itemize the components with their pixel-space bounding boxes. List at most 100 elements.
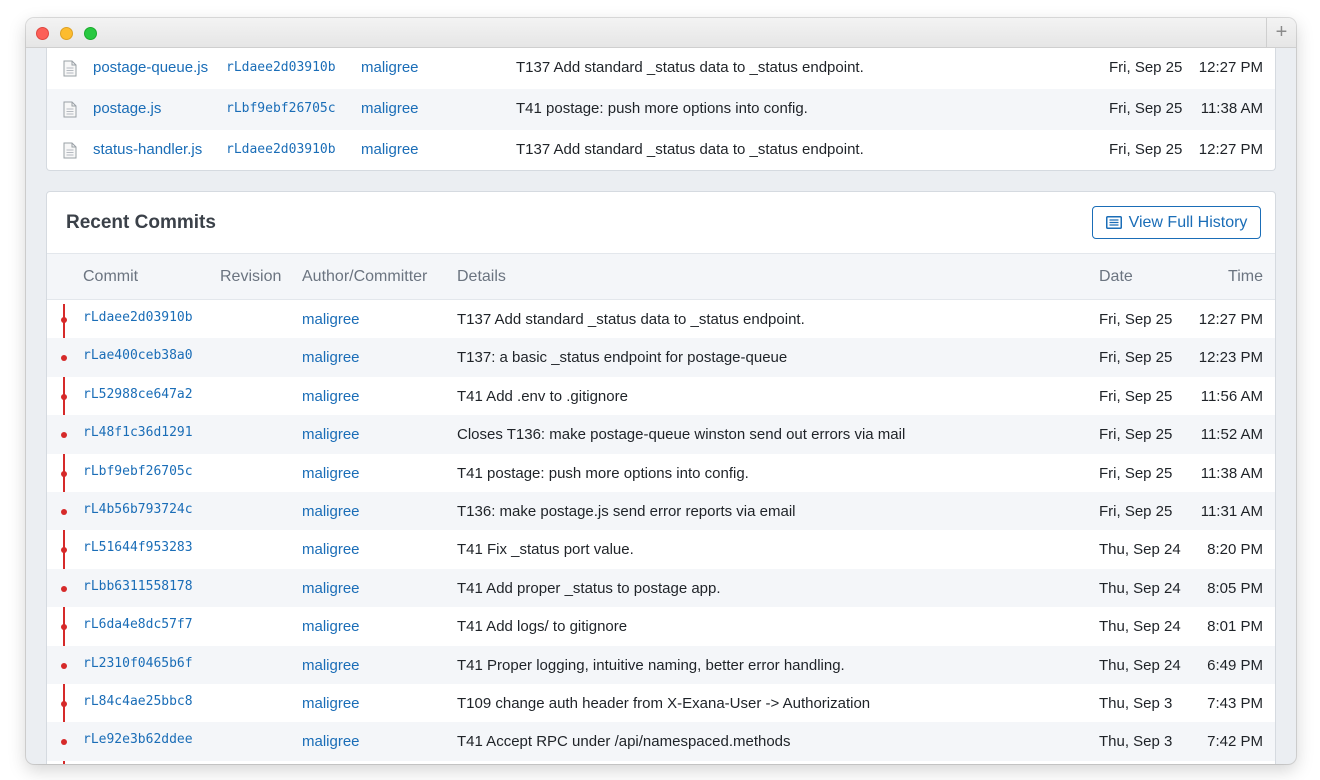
author-link[interactable]: maligree: [302, 695, 360, 712]
zoom-window-button[interactable]: [84, 27, 97, 40]
file-name-link[interactable]: postage-queue.js: [93, 59, 208, 76]
commit-time: 8:20 PM: [1207, 541, 1263, 559]
file-author-link[interactable]: maligree: [361, 141, 419, 158]
commit-date: Thu, Sep 3: [1099, 733, 1173, 751]
file-commit-time: 11:38 AM: [1200, 100, 1263, 117]
commit-graph-node: [61, 432, 67, 439]
table-row: rLae400ceb38a0 maligree T137: a basic _s…: [47, 338, 1275, 377]
file-row: postage.js rLbf9ebf26705c maligree T41 p…: [47, 89, 1275, 130]
commit-date: Fri, Sep 25: [1099, 464, 1173, 482]
commit-time: 8:01 PM: [1207, 618, 1263, 636]
table-row: rLdaee2d03910b maligree T137 Add standar…: [47, 300, 1275, 338]
commit-hash-link[interactable]: rLe92e3b62ddee: [83, 732, 193, 747]
commit-date: Fri, Sep 25: [1099, 503, 1173, 520]
commit-details: T41 Add logs/ to gitignore: [457, 618, 628, 636]
file-commit-details: T41 postage: push more options into conf…: [516, 100, 808, 117]
file-commit-date: Fri, Sep 25: [1109, 141, 1183, 158]
file-name-link[interactable]: status-handler.js: [93, 141, 202, 158]
commit-time: 11:56 AM: [1200, 387, 1263, 405]
table-row: rLbb6311558178 maligree T41 Add proper _…: [47, 568, 1275, 608]
author-link[interactable]: maligree: [302, 618, 360, 635]
file-icon: [63, 60, 77, 77]
commit-graph-node: [61, 317, 67, 323]
commit-graph-node: [61, 701, 67, 707]
commit-time: 12:27 PM: [1198, 311, 1263, 328]
commit-details: T41 Add proper _status to postage app.: [457, 579, 721, 597]
commit-hash-link[interactable]: rL52988ce647a2: [83, 387, 193, 402]
commit-time: 11:52 AM: [1200, 426, 1263, 444]
commit-date: Thu, Sep 24: [1099, 618, 1181, 636]
commit-graph-node: [61, 662, 67, 669]
commit-date: Fri, Sep 25: [1099, 349, 1173, 367]
commit-details: T137 Add standard _status data to _statu…: [457, 311, 805, 328]
table-row: rL51644f953283 maligree T41 Fix _status …: [47, 530, 1275, 568]
author-link[interactable]: maligree: [302, 503, 360, 520]
file-commit-details: T137 Add standard _status data to _statu…: [516, 141, 864, 158]
commit-hash-link[interactable]: rLbf9ebf26705c: [83, 464, 193, 479]
table-row: rL48f1c36d1291 maligree Closes T136: mak…: [47, 415, 1275, 454]
commit-time: 8:05 PM: [1207, 579, 1263, 597]
author-link[interactable]: maligree: [302, 465, 360, 482]
file-commit-link[interactable]: rLbf9ebf26705c: [226, 101, 336, 116]
file-name-link[interactable]: postage.js: [93, 100, 161, 117]
commit-hash-link[interactable]: rL2310f0465b6f: [83, 656, 193, 671]
title-bar: +: [26, 18, 1296, 48]
file-commit-link[interactable]: rLdaee2d03910b: [226, 60, 336, 75]
view-full-history-button[interactable]: View Full History: [1092, 206, 1261, 239]
close-window-button[interactable]: [36, 27, 49, 40]
commit-details: T41 Accept RPC under /api/namespaced.met…: [457, 733, 791, 751]
file-icon: [63, 101, 77, 118]
commit-date: Fri, Sep 25: [1099, 426, 1173, 444]
commit-details: T41 Fix _status port value.: [457, 541, 634, 559]
author-link[interactable]: maligree: [302, 541, 360, 558]
table-row: rL6da4e8dc57f7 maligree T41 Add logs/ to…: [47, 607, 1275, 645]
commit-details: T41 Add .env to .gitignore: [457, 387, 628, 405]
author-link[interactable]: maligree: [302, 349, 360, 366]
column-header-date[interactable]: Date: [1099, 268, 1133, 286]
commit-graph-node: [61, 355, 67, 362]
author-link[interactable]: maligree: [302, 657, 360, 674]
table-row: rL52988ce647a2 maligree T41 Add .env to …: [47, 377, 1275, 415]
commit-date: Thu, Sep 24: [1099, 656, 1181, 674]
author-link[interactable]: maligree: [302, 580, 360, 597]
commit-hash-link[interactable]: rL84c4ae25bbc8: [83, 694, 193, 709]
browser-window: + postage-queue.js rLdaee2d03910b maligr…: [26, 18, 1296, 764]
minimize-window-button[interactable]: [60, 27, 73, 40]
column-header-revision[interactable]: Revision: [220, 268, 281, 286]
author-link[interactable]: maligree: [302, 388, 360, 405]
commit-hash-link[interactable]: rL48f1c36d1291: [83, 425, 193, 440]
commit-hash-link[interactable]: rLbb6311558178: [83, 579, 193, 594]
column-header-commit[interactable]: Commit: [83, 268, 138, 286]
commit-hash-link[interactable]: rL6da4e8dc57f7: [83, 617, 193, 632]
author-link[interactable]: maligree: [302, 426, 360, 443]
column-header-author[interactable]: Author/Committer: [302, 268, 427, 286]
commit-hash-link[interactable]: rLae400ceb38a0: [83, 348, 193, 363]
commit-graph-node: [61, 739, 67, 746]
commit-hash-link[interactable]: rLdaee2d03910b: [83, 310, 193, 325]
new-tab-button[interactable]: +: [1266, 18, 1296, 48]
commit-date: Fri, Sep 25: [1099, 311, 1173, 328]
commit-time: 12:23 PM: [1198, 349, 1263, 367]
table-row: rLbf9ebf26705c maligree T41 postage: pus…: [47, 454, 1275, 492]
author-link[interactable]: maligree: [302, 311, 360, 328]
column-header-time[interactable]: Time: [1228, 268, 1263, 286]
commit-graph-node: [61, 470, 67, 477]
table-row: rL4b56b793724c maligree T136: make posta…: [47, 492, 1275, 531]
commit-date: Thu, Sep 24: [1099, 579, 1181, 597]
commit-graph-node: [61, 547, 67, 554]
commit-hash-link[interactable]: rL51644f953283: [83, 540, 193, 555]
commit-details: T41 postage: push more options into conf…: [457, 464, 749, 482]
commit-graph-node: [61, 393, 67, 400]
author-link[interactable]: maligree: [302, 733, 360, 750]
file-author-link[interactable]: maligree: [361, 59, 419, 76]
column-header-details[interactable]: Details: [457, 268, 506, 286]
commit-time: 7:42 PM: [1207, 733, 1263, 751]
commit-details: T136: make postage.js send error reports…: [457, 503, 796, 520]
commit-graph-node: [61, 624, 67, 631]
file-author-link[interactable]: maligree: [361, 100, 419, 117]
file-row: postage-queue.js rLdaee2d03910b maligree…: [47, 48, 1275, 89]
commit-hash-link[interactable]: rL4b56b793724c: [83, 502, 193, 517]
file-commit-link[interactable]: rLdaee2d03910b: [226, 142, 336, 157]
file-commit-date: Fri, Sep 25: [1109, 100, 1183, 117]
file-commit-details: T137 Add standard _status data to _statu…: [516, 59, 864, 76]
